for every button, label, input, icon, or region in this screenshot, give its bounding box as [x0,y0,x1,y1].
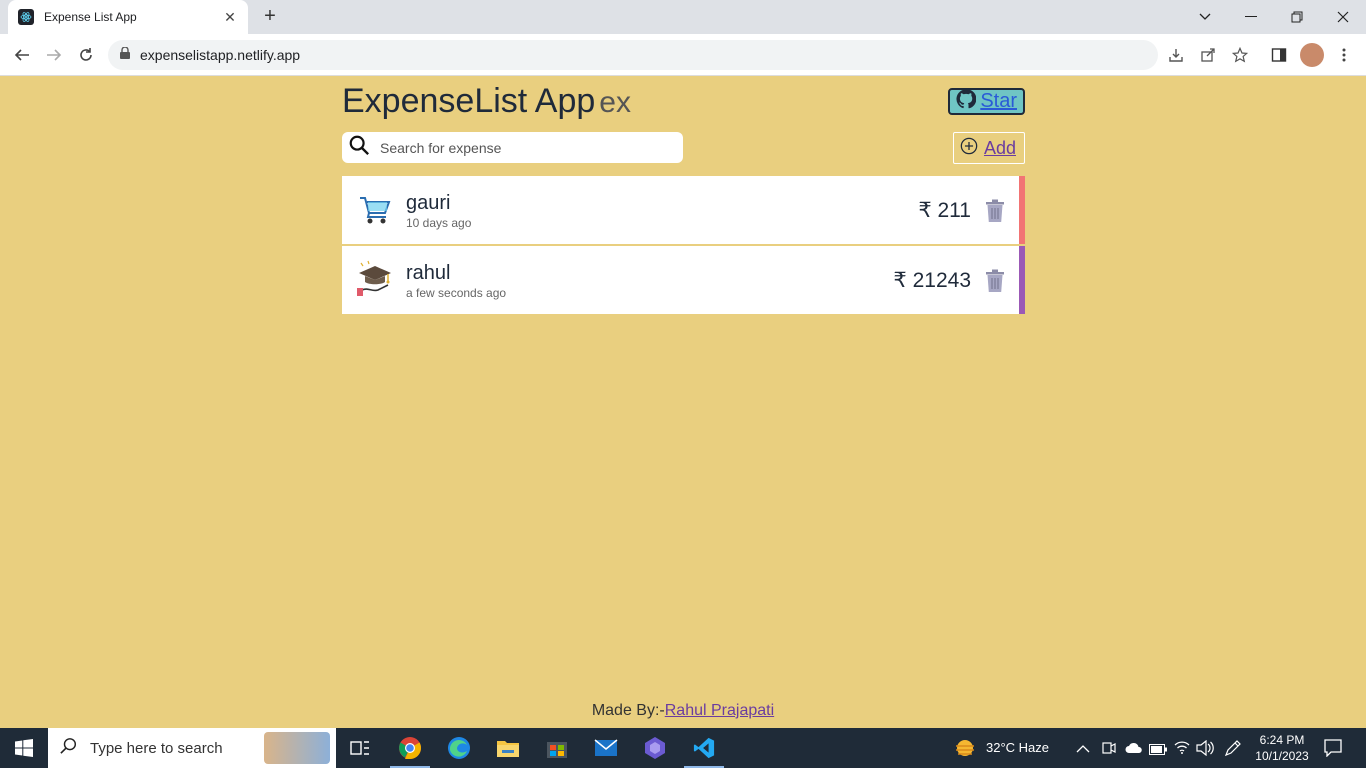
tab-title: Expense List App [44,10,137,24]
avatar[interactable] [1300,43,1324,67]
react-icon [18,9,34,25]
bookmark-star-icon[interactable] [1229,44,1251,66]
file-explorer-icon[interactable] [484,728,532,768]
task-view-icon[interactable] [336,728,384,768]
shopping-cart-icon [356,190,394,228]
app-title-text: ExpenseList App [342,82,596,120]
expense-time: 10 days ago [406,216,472,230]
search-highlight-image [264,732,330,764]
onedrive-icon[interactable] [1125,741,1143,759]
side-panel-icon[interactable] [1268,44,1290,66]
mail-icon[interactable] [582,728,630,768]
browser-tab-bar: Expense List App ✕ + [0,0,1366,34]
taskbar-search[interactable]: Type here to search [48,728,336,768]
windows-start-icon[interactable] [0,728,48,768]
url-text: expenselistapp.netlify.app [140,47,301,63]
expense-time: a few seconds ago [406,286,507,300]
footer: Made By:-Rahul Prajapati [0,702,1366,720]
graduation-cap-icon [356,260,394,298]
microsoft-store-icon[interactable] [533,728,581,768]
category-color-bar [1019,176,1025,244]
search-icon [60,737,78,760]
tab-close-icon[interactable]: ✕ [222,9,238,26]
add-label: Add [983,137,1016,158]
plus-circle-icon [960,137,978,160]
expense-name: rahul [406,262,451,284]
search-bar [342,132,683,163]
weather-text: 32°C Haze [986,740,1050,755]
more-menu-icon[interactable] [1333,44,1355,66]
chrome-icon[interactable] [386,728,434,768]
restore-button[interactable] [1274,0,1320,34]
expense-amount: ₹ 21243 [893,269,971,292]
browser-tab[interactable]: Expense List App ✕ [8,0,248,34]
new-tab-button[interactable]: + [258,5,282,29]
page-title: ExpenseList App ex [342,82,631,121]
list-item[interactable]: gauri 10 days ago ₹ 211 [342,176,1025,244]
taskbar: Type here to search 32°C Haze 6:24 PM 10… [0,728,1366,768]
expense-amount: ₹ 211 [918,199,971,222]
notification-icon[interactable] [1324,739,1342,762]
browser-toolbar: expenselistapp.netlify.app [0,34,1366,76]
author-link[interactable]: Rahul Prajapati [665,702,774,719]
chevron-up-icon[interactable] [1076,741,1090,759]
install-app-icon[interactable] [1165,44,1187,66]
search-input[interactable] [380,139,670,156]
pen-icon[interactable] [1224,739,1242,762]
share-icon[interactable] [1197,44,1219,66]
address-bar[interactable]: expenselistapp.netlify.app [108,40,1158,70]
back-icon[interactable] [9,42,35,68]
wifi-icon[interactable] [1174,740,1190,759]
list-item[interactable]: rahul a few seconds ago ₹ 21243 [342,246,1025,314]
github-icon [956,89,977,114]
category-color-bar [1019,246,1025,314]
volume-icon[interactable] [1196,739,1214,761]
trash-icon[interactable] [985,269,1005,293]
vscode-icon[interactable] [680,728,728,768]
battery-icon [1149,742,1167,760]
clipchamp-icon[interactable] [631,728,679,768]
weather-icon [954,738,976,763]
tab-search-icon[interactable] [1182,0,1228,34]
github-star-button[interactable]: Star [948,88,1025,115]
add-expense-button[interactable]: Add [952,132,1025,164]
reload-icon[interactable] [73,42,99,68]
meet-now-icon[interactable] [1102,740,1116,761]
star-label: Star [980,90,1017,112]
system-clock[interactable]: 6:24 PM 10/1/2023 [1250,732,1314,764]
forward-icon[interactable] [41,42,67,68]
lock-icon [120,46,130,64]
expense-list: gauri 10 days ago ₹ 211 rahul a few seco… [342,176,1025,316]
expense-name: gauri [406,192,451,214]
clock-date: 10/1/2023 [1255,749,1309,763]
search-icon [348,134,370,161]
page-content: ExpenseList Appex Star Add [0,76,1366,728]
footer-prefix: Made By:- [591,702,665,719]
app-title-suffix: ex [599,86,631,119]
taskbar-search-text: Type here to search [90,739,223,757]
trash-icon[interactable] [985,199,1005,223]
close-window-button[interactable] [1320,0,1366,34]
edge-icon[interactable] [435,728,483,768]
clock-time: 6:24 PM [1259,733,1305,747]
minimize-button[interactable] [1228,0,1274,34]
